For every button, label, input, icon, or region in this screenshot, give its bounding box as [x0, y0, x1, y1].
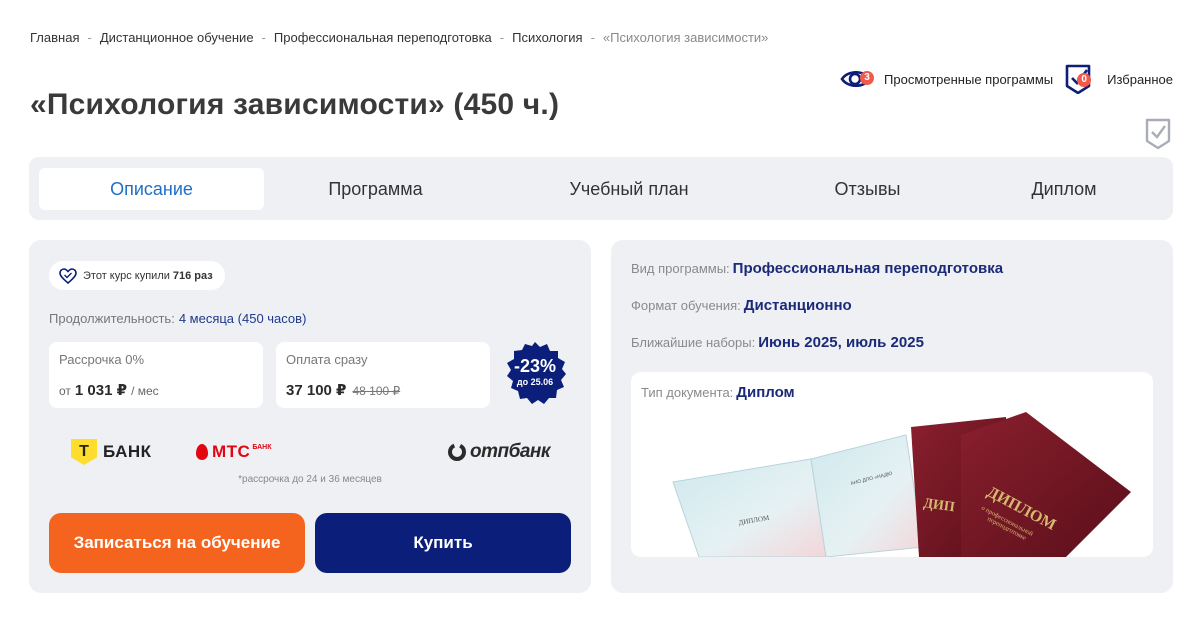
- bank-logos: Т БАНК МТС БАНК отпбанк: [29, 435, 591, 469]
- old-price: 48 100 ₽: [352, 384, 401, 398]
- program-type-row: Вид программы: Профессиональная переподго…: [631, 260, 1003, 277]
- program-info-card: Вид программы: Профессиональная переподго…: [611, 240, 1173, 593]
- otp-ring-icon: [448, 443, 466, 461]
- tbank-name: БАНК: [103, 442, 152, 461]
- document-box: Тип документа: Диплом ДИПЛОМ АНО ДПО «НАД…: [631, 372, 1153, 557]
- mts-name: МТС: [212, 442, 251, 461]
- breadcrumb-home[interactable]: Главная: [30, 30, 79, 45]
- viewed-count-badge: 3: [860, 71, 875, 85]
- otp-name: отпбанк: [470, 441, 551, 462]
- installment-from: от: [59, 384, 71, 398]
- page-title: «Психология зависимости» (450 ч.): [30, 88, 560, 121]
- mts-egg-icon: [196, 444, 208, 460]
- favorites-label: Избранное: [1107, 71, 1173, 87]
- full-payment-label: Оплата сразу: [286, 352, 368, 367]
- full-price: 37 100 ₽: [286, 382, 347, 399]
- discount-percent: -23%: [513, 356, 557, 376]
- enroll-button[interactable]: Записаться на обучение: [49, 513, 305, 573]
- installment-note: *рассрочка до 24 и 36 месяцев: [238, 474, 382, 485]
- eye-icon: 3: [840, 64, 876, 94]
- viewed-programs-label: Просмотренные программы: [884, 71, 1054, 87]
- full-payment-option[interactable]: Оплата сразу 37 100 ₽ 48 100 ₽: [276, 342, 490, 408]
- document-type-row: Тип документа: Диплом: [641, 384, 795, 401]
- add-to-favorites-icon[interactable]: [1144, 117, 1172, 151]
- document-type-value: Диплом: [736, 384, 795, 401]
- bookmark-check-icon: 0: [1063, 64, 1099, 95]
- mts-bank-logo: МТС БАНК: [196, 435, 271, 469]
- bought-count: 716 раз: [172, 269, 213, 282]
- breadcrumb-current: «Психология зависимости»: [602, 30, 769, 45]
- next-enrollment-value: Июнь 2025, июль 2025: [758, 334, 924, 351]
- viewed-programs-link[interactable]: 3 Просмотренные программы: [840, 64, 1053, 94]
- bought-count-badge: Этот курс купили 716 раз: [49, 261, 225, 290]
- program-type-value: Профессиональная переподготовка: [732, 260, 1004, 277]
- bought-prefix: Этот курс купили: [83, 269, 170, 282]
- duration-label: Продолжительность:: [49, 311, 175, 326]
- tab-curriculum[interactable]: Учебный план: [529, 168, 729, 210]
- favorites-link[interactable]: 0 Избранное: [1063, 64, 1173, 95]
- breadcrumb: Главная - Дистанционное обучение - Профе…: [30, 30, 768, 45]
- program-type-label: Вид программы:: [631, 261, 730, 276]
- study-format-value: Дистанционно: [743, 297, 852, 314]
- heart-icon: [59, 267, 77, 284]
- breadcrumb-separator: -: [499, 30, 505, 45]
- installment-period: / мес: [131, 384, 159, 398]
- mts-sub: БАНК: [252, 444, 272, 451]
- header-tools: 3 Просмотренные программы 0 Избранное: [840, 64, 1173, 95]
- breadcrumb-retraining[interactable]: Профессиональная переподготовка: [274, 30, 492, 45]
- installment-label: Рассрочка 0%: [59, 352, 145, 367]
- breadcrumb-separator: -: [590, 30, 595, 45]
- favorites-count-badge: 0: [1077, 73, 1092, 87]
- tab-reviews[interactable]: Отзывы: [799, 168, 936, 210]
- next-enrollment-label: Ближайшие наборы:: [631, 335, 756, 350]
- full-payment-price: 37 100 ₽ 48 100 ₽: [286, 381, 400, 399]
- next-enrollment-row: Ближайшие наборы: Июнь 2025, июль 2025: [631, 334, 924, 351]
- duration-value: 4 месяца (450 часов): [178, 311, 307, 326]
- discount-badge: -23% до 25.06: [503, 357, 567, 387]
- installment-amount: 1 031 ₽: [74, 382, 128, 399]
- breadcrumb-psychology[interactable]: Психология: [512, 30, 582, 45]
- tab-program[interactable]: Программа: [279, 168, 472, 210]
- diploma-image: ДИПЛОМ АНО ДПО «НАДЮ ДИП ДИПЛОМ о профес…: [672, 412, 1131, 557]
- duration: Продолжительность: 4 месяца (450 часов): [49, 311, 306, 326]
- tab-bar: Описание Программа Учебный план Отзывы Д…: [29, 157, 1173, 220]
- tbank-shield-icon: Т: [71, 439, 97, 465]
- purchase-card: Этот курс купили 716 раз Продолжительнос…: [29, 240, 591, 593]
- document-type-label: Тип документа:: [641, 385, 734, 400]
- breadcrumb-separator: -: [87, 30, 92, 45]
- study-format-row: Формат обучения: Дистанционно: [631, 297, 852, 314]
- tab-description[interactable]: Описание: [39, 168, 264, 210]
- buy-button[interactable]: Купить: [315, 513, 571, 573]
- tbank-logo: Т БАНК: [71, 435, 152, 469]
- installment-option[interactable]: Рассрочка 0% от 1 031 ₽ / мес: [49, 342, 263, 408]
- breadcrumb-separator: -: [261, 30, 266, 45]
- breadcrumb-distance-learning[interactable]: Дистанционное обучение: [100, 30, 254, 45]
- otp-bank-logo: отпбанк: [447, 435, 551, 469]
- discount-until: до 25.06: [516, 377, 554, 387]
- tab-diploma[interactable]: Диплом: [1009, 168, 1119, 210]
- study-format-label: Формат обучения:: [631, 298, 741, 313]
- installment-price: от 1 031 ₽ / мес: [59, 381, 159, 399]
